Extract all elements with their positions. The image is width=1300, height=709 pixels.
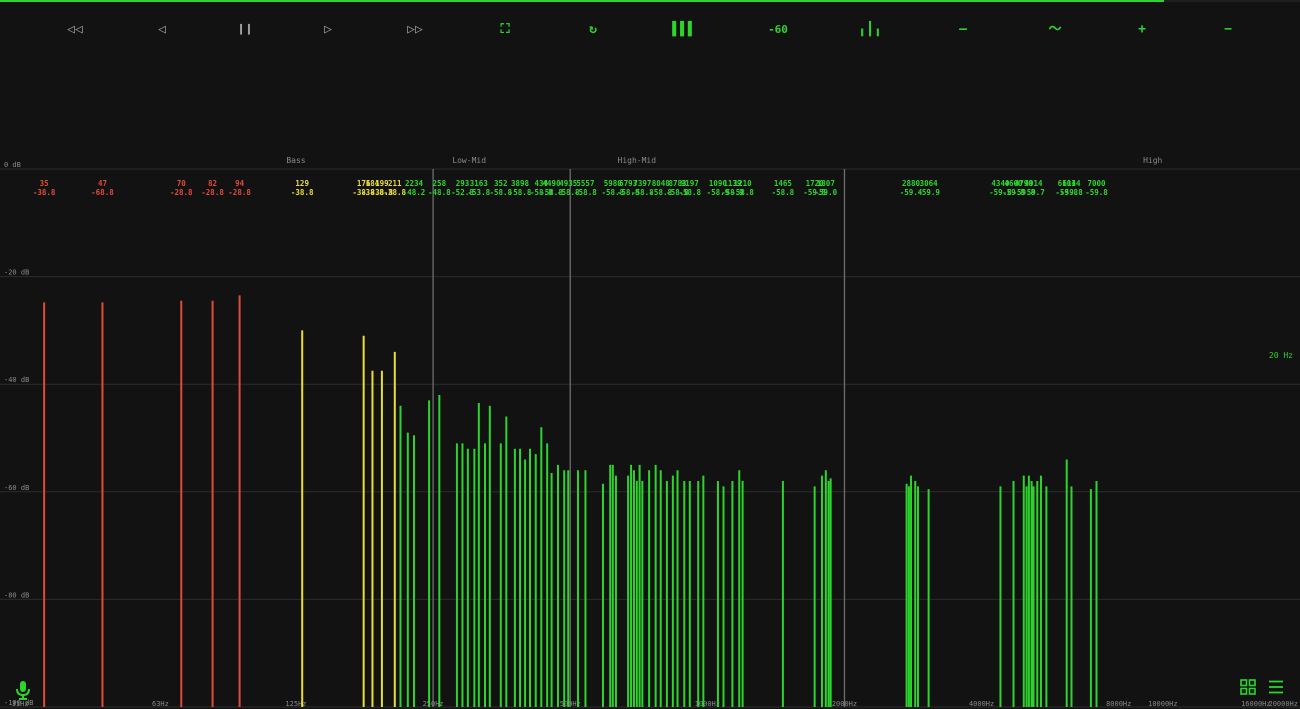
x-tick-label: 8000Hz bbox=[1106, 700, 1131, 708]
peak-level-label: -68.8 bbox=[91, 188, 114, 197]
peak-level-label: -28.8 bbox=[201, 188, 224, 197]
peak-frequency-label: 6144 bbox=[1062, 179, 1081, 188]
peak-frequency-label: 293 bbox=[456, 179, 470, 188]
peak-frequency-label: 4914 bbox=[1024, 179, 1043, 188]
x-tick-label: 20000Hz bbox=[1268, 700, 1298, 708]
band-label-high: High bbox=[1143, 156, 1162, 165]
peak-frequency-label: 1465 bbox=[774, 179, 792, 188]
peak-level-label: -53.8 bbox=[468, 188, 491, 197]
y-tick-label: -60 dB bbox=[4, 484, 29, 492]
x-tick-label: 63Hz bbox=[152, 700, 169, 708]
peak-frequency-label: 129 bbox=[295, 179, 309, 188]
peak-frequency-label: 3064 bbox=[920, 179, 939, 188]
peak-frequency-label: 352 bbox=[494, 179, 508, 188]
peak-frequency-label: 211 bbox=[388, 179, 402, 188]
peak-frequency-label: 258 bbox=[433, 179, 447, 188]
x-tick-label: 31Hz bbox=[12, 700, 29, 708]
peak-level-label: -58.8 bbox=[574, 188, 597, 197]
peak-level-label: -38.8 bbox=[33, 188, 56, 197]
peak-frequency-label: 47 bbox=[98, 179, 107, 188]
peak-frequency-label: 7397 bbox=[633, 179, 651, 188]
peak-frequency-label: 3163 bbox=[470, 179, 489, 188]
frequency-indicator: 20 Hz bbox=[1269, 351, 1293, 360]
y-tick-label: 0 dB bbox=[4, 161, 21, 169]
peak-frequency-label: 70 bbox=[177, 179, 187, 188]
peak-level-label: -48.8 bbox=[428, 188, 451, 197]
peak-level-label: -58.8 bbox=[731, 188, 754, 197]
peak-frequency-label: 9197 bbox=[681, 179, 699, 188]
peak-level-label: -58.8 bbox=[678, 188, 701, 197]
x-tick-label: 250Hz bbox=[423, 700, 444, 708]
peak-frequency-label: 35 bbox=[40, 179, 49, 188]
peak-level-label: -59.8 bbox=[1085, 188, 1108, 197]
x-tick-label: 16000Hz bbox=[1241, 700, 1271, 708]
x-tick-label: 4000Hz bbox=[969, 700, 994, 708]
peak-frequency-label: 82 bbox=[208, 179, 217, 188]
band-label-low-mid: Low-Mid bbox=[452, 156, 486, 165]
peak-level-label: -58.8 bbox=[509, 188, 532, 197]
peak-level-label: -59.0 bbox=[815, 188, 838, 197]
peak-frequency-label: 1210 bbox=[734, 179, 753, 188]
peak-level-label: -59.8 bbox=[1060, 188, 1083, 197]
peak-level-label: -58.8 bbox=[772, 188, 795, 197]
y-tick-label: -80 dB bbox=[4, 591, 29, 599]
band-label-high-mid: High-Mid bbox=[618, 156, 657, 165]
x-tick-label: 125Hz bbox=[285, 700, 306, 708]
peak-frequency-label: 4935 bbox=[559, 179, 577, 188]
peak-frequency-label: 7000 bbox=[1087, 179, 1106, 188]
peak-frequency-label: 3898 bbox=[511, 179, 530, 188]
peak-level-label: -28.8 bbox=[170, 188, 193, 197]
peak-level-label: -59.9 bbox=[917, 188, 940, 197]
grid-icon[interactable] bbox=[1240, 679, 1256, 695]
y-tick-label: -40 dB bbox=[4, 376, 29, 384]
peak-frequency-label: 8048 bbox=[652, 179, 671, 188]
band-label-bass: Bass bbox=[286, 156, 305, 165]
peak-frequency-label: 1807 bbox=[817, 179, 835, 188]
y-tick-label: -20 dB bbox=[4, 269, 29, 277]
x-tick-label: 10000Hz bbox=[1148, 700, 1178, 708]
menu-icon[interactable] bbox=[1268, 679, 1284, 695]
peak-level-label: -48.2 bbox=[403, 188, 426, 197]
peak-frequency-label: 2880 bbox=[902, 179, 921, 188]
peak-frequency-label: 2234 bbox=[405, 179, 424, 188]
peak-level-label: -38.8 bbox=[291, 188, 314, 197]
peak-level-label: -59.7 bbox=[1022, 188, 1045, 197]
peak-frequency-label: 5557 bbox=[576, 179, 594, 188]
spectrum-analyzer-chart: 0 dB-20 dB-40 dB-60 dB-80 dB-100 dBBass L… bbox=[0, 156, 1300, 708]
peak-frequency-label: 94 bbox=[235, 179, 245, 188]
x-tick-label: 2000Hz bbox=[832, 700, 857, 708]
peak-level-label: -28.8 bbox=[228, 188, 251, 197]
microphone-icon[interactable] bbox=[14, 680, 32, 700]
